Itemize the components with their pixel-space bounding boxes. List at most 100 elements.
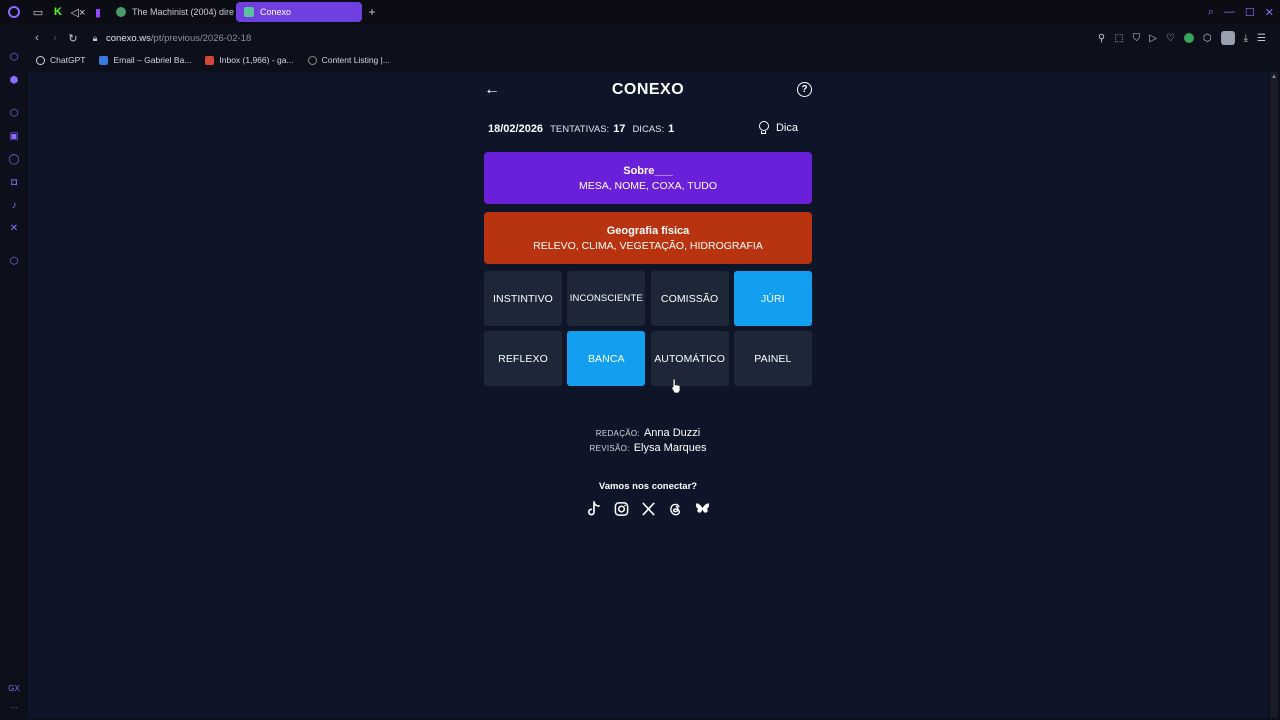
word-cell[interactable]: COMISSÃO <box>650 271 729 326</box>
tab-bar: ▭ K ◁× ▮ The Machinist (2004) dire Conex… <box>0 0 1280 24</box>
bookmark-inbox[interactable]: Inbox (1,966) - ga... <box>205 55 294 65</box>
extension-icon[interactable] <box>1183 33 1194 43</box>
pinned-tab-twitch[interactable]: ▮ <box>88 0 108 24</box>
game-header: ← CONEXO ? <box>484 78 812 102</box>
word-cell[interactable]: INCONSCIENTE <box>567 271 646 326</box>
new-tab-button[interactable]: + <box>364 4 380 20</box>
game-date: 18/02/2026 <box>488 123 544 135</box>
word-cell[interactable]: PAINEL <box>733 331 812 386</box>
word-grid: INSTINTIVO INCONSCIENTE COMISSÃO JÚRI RE… <box>484 271 812 386</box>
group-words: MESA, NOME, COXA, TUDO <box>578 179 718 192</box>
shield-icon[interactable]: ⛉ <box>1133 33 1141 44</box>
more-icon[interactable]: ··· <box>10 703 18 712</box>
threads-icon[interactable] <box>668 501 683 517</box>
bookmark-chatgpt[interactable]: ChatGPT <box>36 55 85 65</box>
group-title: Sobre___ <box>623 164 673 177</box>
hints-count: 1 <box>668 123 675 135</box>
back-arrow-icon[interactable]: ← <box>484 80 502 100</box>
lock-icon[interactable]: 🔒︎ <box>88 28 102 48</box>
word-cell-selected[interactable]: BANCA <box>567 331 646 386</box>
settings-icon[interactable]: ⬡ <box>7 254 21 268</box>
workspace-icon[interactable]: ⬡ <box>7 106 21 120</box>
search-tabs-icon[interactable]: ⌕ <box>1208 6 1214 19</box>
whatsapp-icon[interactable]: ◯ <box>7 152 21 166</box>
mute-icon[interactable]: ◁× <box>68 0 88 24</box>
attempts-count: 17 <box>613 123 626 135</box>
window-controls: ⌕ — ☐ ✕ <box>1208 0 1274 24</box>
pin-icon[interactable]: ⚲ <box>1098 33 1105 44</box>
messenger-icon[interactable]: ▣ <box>7 129 21 143</box>
instagram-icon[interactable]: ◘ <box>7 175 21 189</box>
game-stats: 18/02/2026 TENTATIVAS: 17 DICAS: 1 Dica <box>484 121 812 137</box>
address-bar: ‹ › ↻ 🔒︎ conexo.ws/pt/previous/2026-02-1… <box>28 28 1280 48</box>
conexo-game: ← CONEXO ? 18/02/2026 TENTATIVAS: 17 DIC… <box>484 78 812 517</box>
instagram-icon[interactable] <box>614 501 629 517</box>
aria-alt-icon[interactable]: ⬢ <box>7 73 21 87</box>
url-path: /pt/previous/2026-02-18 <box>150 32 252 44</box>
scroll-up-icon[interactable]: ▲ <box>1270 72 1278 82</box>
group-words: RELEVO, CLIMA, VEGETAÇÃO, HIDROGRAFIA <box>533 239 763 252</box>
editor-label: REDAÇÃO: <box>595 429 640 438</box>
hint-label: Dica <box>775 122 798 134</box>
profile-avatar[interactable] <box>1220 31 1235 45</box>
url-field[interactable]: conexo.ws/pt/previous/2026-02-18 <box>106 33 251 44</box>
lightbulb-icon <box>758 121 769 135</box>
x-icon[interactable] <box>641 501 656 517</box>
bookmark-content-listing[interactable]: Content Listing |... <box>307 55 390 65</box>
help-icon[interactable]: ? <box>797 82 812 97</box>
gx-icon[interactable]: GX <box>8 684 20 693</box>
hand-cursor-icon <box>671 378 681 394</box>
word-cell-selected[interactable]: JÚRI <box>733 271 812 326</box>
close-button[interactable]: ✕ <box>1265 6 1274 19</box>
reviewer-label: REVISÃO: <box>589 444 630 453</box>
toolbar-extensions: ⚲ ⬚ ⛉ ▷ ♡ ⬡ ⤓ ☰ <box>1098 28 1266 48</box>
tab-label: Conexo <box>260 7 292 17</box>
back-button[interactable]: ‹ <box>28 28 46 48</box>
extensions-icon[interactable]: ⬡ <box>1203 33 1212 44</box>
tab-overview-icon[interactable]: ▭ <box>28 0 48 24</box>
send-icon[interactable]: ▷ <box>1149 33 1157 44</box>
attempts-label: TENTATIVAS: <box>550 123 610 135</box>
minimize-button[interactable]: — <box>1224 6 1235 18</box>
forward-button[interactable]: › <box>46 28 64 48</box>
word-cell[interactable]: INSTINTIVO <box>484 271 562 326</box>
sidebar-bottom: GX ··· <box>0 684 28 712</box>
bluesky-icon[interactable] <box>695 501 710 517</box>
snapshot-icon[interactable]: ⬚ <box>1114 33 1123 44</box>
aria-icon[interactable]: ⬡ <box>7 50 21 64</box>
opera-menu-button[interactable] <box>0 0 28 24</box>
word-cell[interactable]: REFLEXO <box>484 331 562 386</box>
maximize-button[interactable]: ☐ <box>1245 6 1255 19</box>
bookmark-label: Inbox (1,966) - ga... <box>219 55 294 65</box>
browser-sidebar: ⬡ ⬢ ⬡ ▣ ◯ ◘ ♪ ✕ ⬡ GX ··· <box>0 44 28 720</box>
download-icon[interactable]: ⤓ <box>1244 33 1248 44</box>
credits: REDAÇÃO: Anna Duzzi REVISÃO: Elysa Marques <box>484 426 812 456</box>
editor-credit: REDAÇÃO: Anna Duzzi <box>484 426 812 441</box>
heart-icon[interactable]: ♡ <box>1166 33 1175 44</box>
tab-conexo[interactable]: Conexo <box>236 2 362 22</box>
tab-favicon <box>244 7 254 17</box>
pinned-tab-kick[interactable]: K <box>48 0 68 24</box>
x-icon[interactable]: ✕ <box>7 221 21 235</box>
editor-name: Anna Duzzi <box>643 427 701 439</box>
tab-label: The Machinist (2004) dire <box>132 7 234 17</box>
solved-group-1: Sobre___ MESA, NOME, COXA, TUDO <box>484 152 812 204</box>
scrollbar[interactable]: ▲ <box>1270 72 1278 718</box>
tiktok-icon[interactable] <box>587 501 602 517</box>
hints-label: DICAS: <box>632 123 665 135</box>
reload-button[interactable]: ↻ <box>64 28 82 48</box>
opera-logo-icon <box>8 6 20 18</box>
tab-machinist[interactable]: The Machinist (2004) dire <box>108 2 234 22</box>
bookmark-label: ChatGPT <box>50 55 86 65</box>
bookmark-email[interactable]: Email – Gabriel Ba... <box>99 55 191 65</box>
connect-heading: Vamos nos conectar? <box>598 481 698 492</box>
url-host: conexo.ws <box>106 32 151 44</box>
menu-icon[interactable]: ☰ <box>1257 33 1266 44</box>
tab-favicon <box>116 7 126 17</box>
email-icon <box>99 55 109 65</box>
tiktok-icon[interactable]: ♪ <box>7 198 21 212</box>
google-icon <box>307 55 317 65</box>
word-cell[interactable]: AUTOMÁTICO <box>650 331 729 386</box>
solved-group-2: Geografia física RELEVO, CLIMA, VEGETAÇÃ… <box>484 212 812 264</box>
hint-button[interactable]: Dica <box>758 121 798 135</box>
